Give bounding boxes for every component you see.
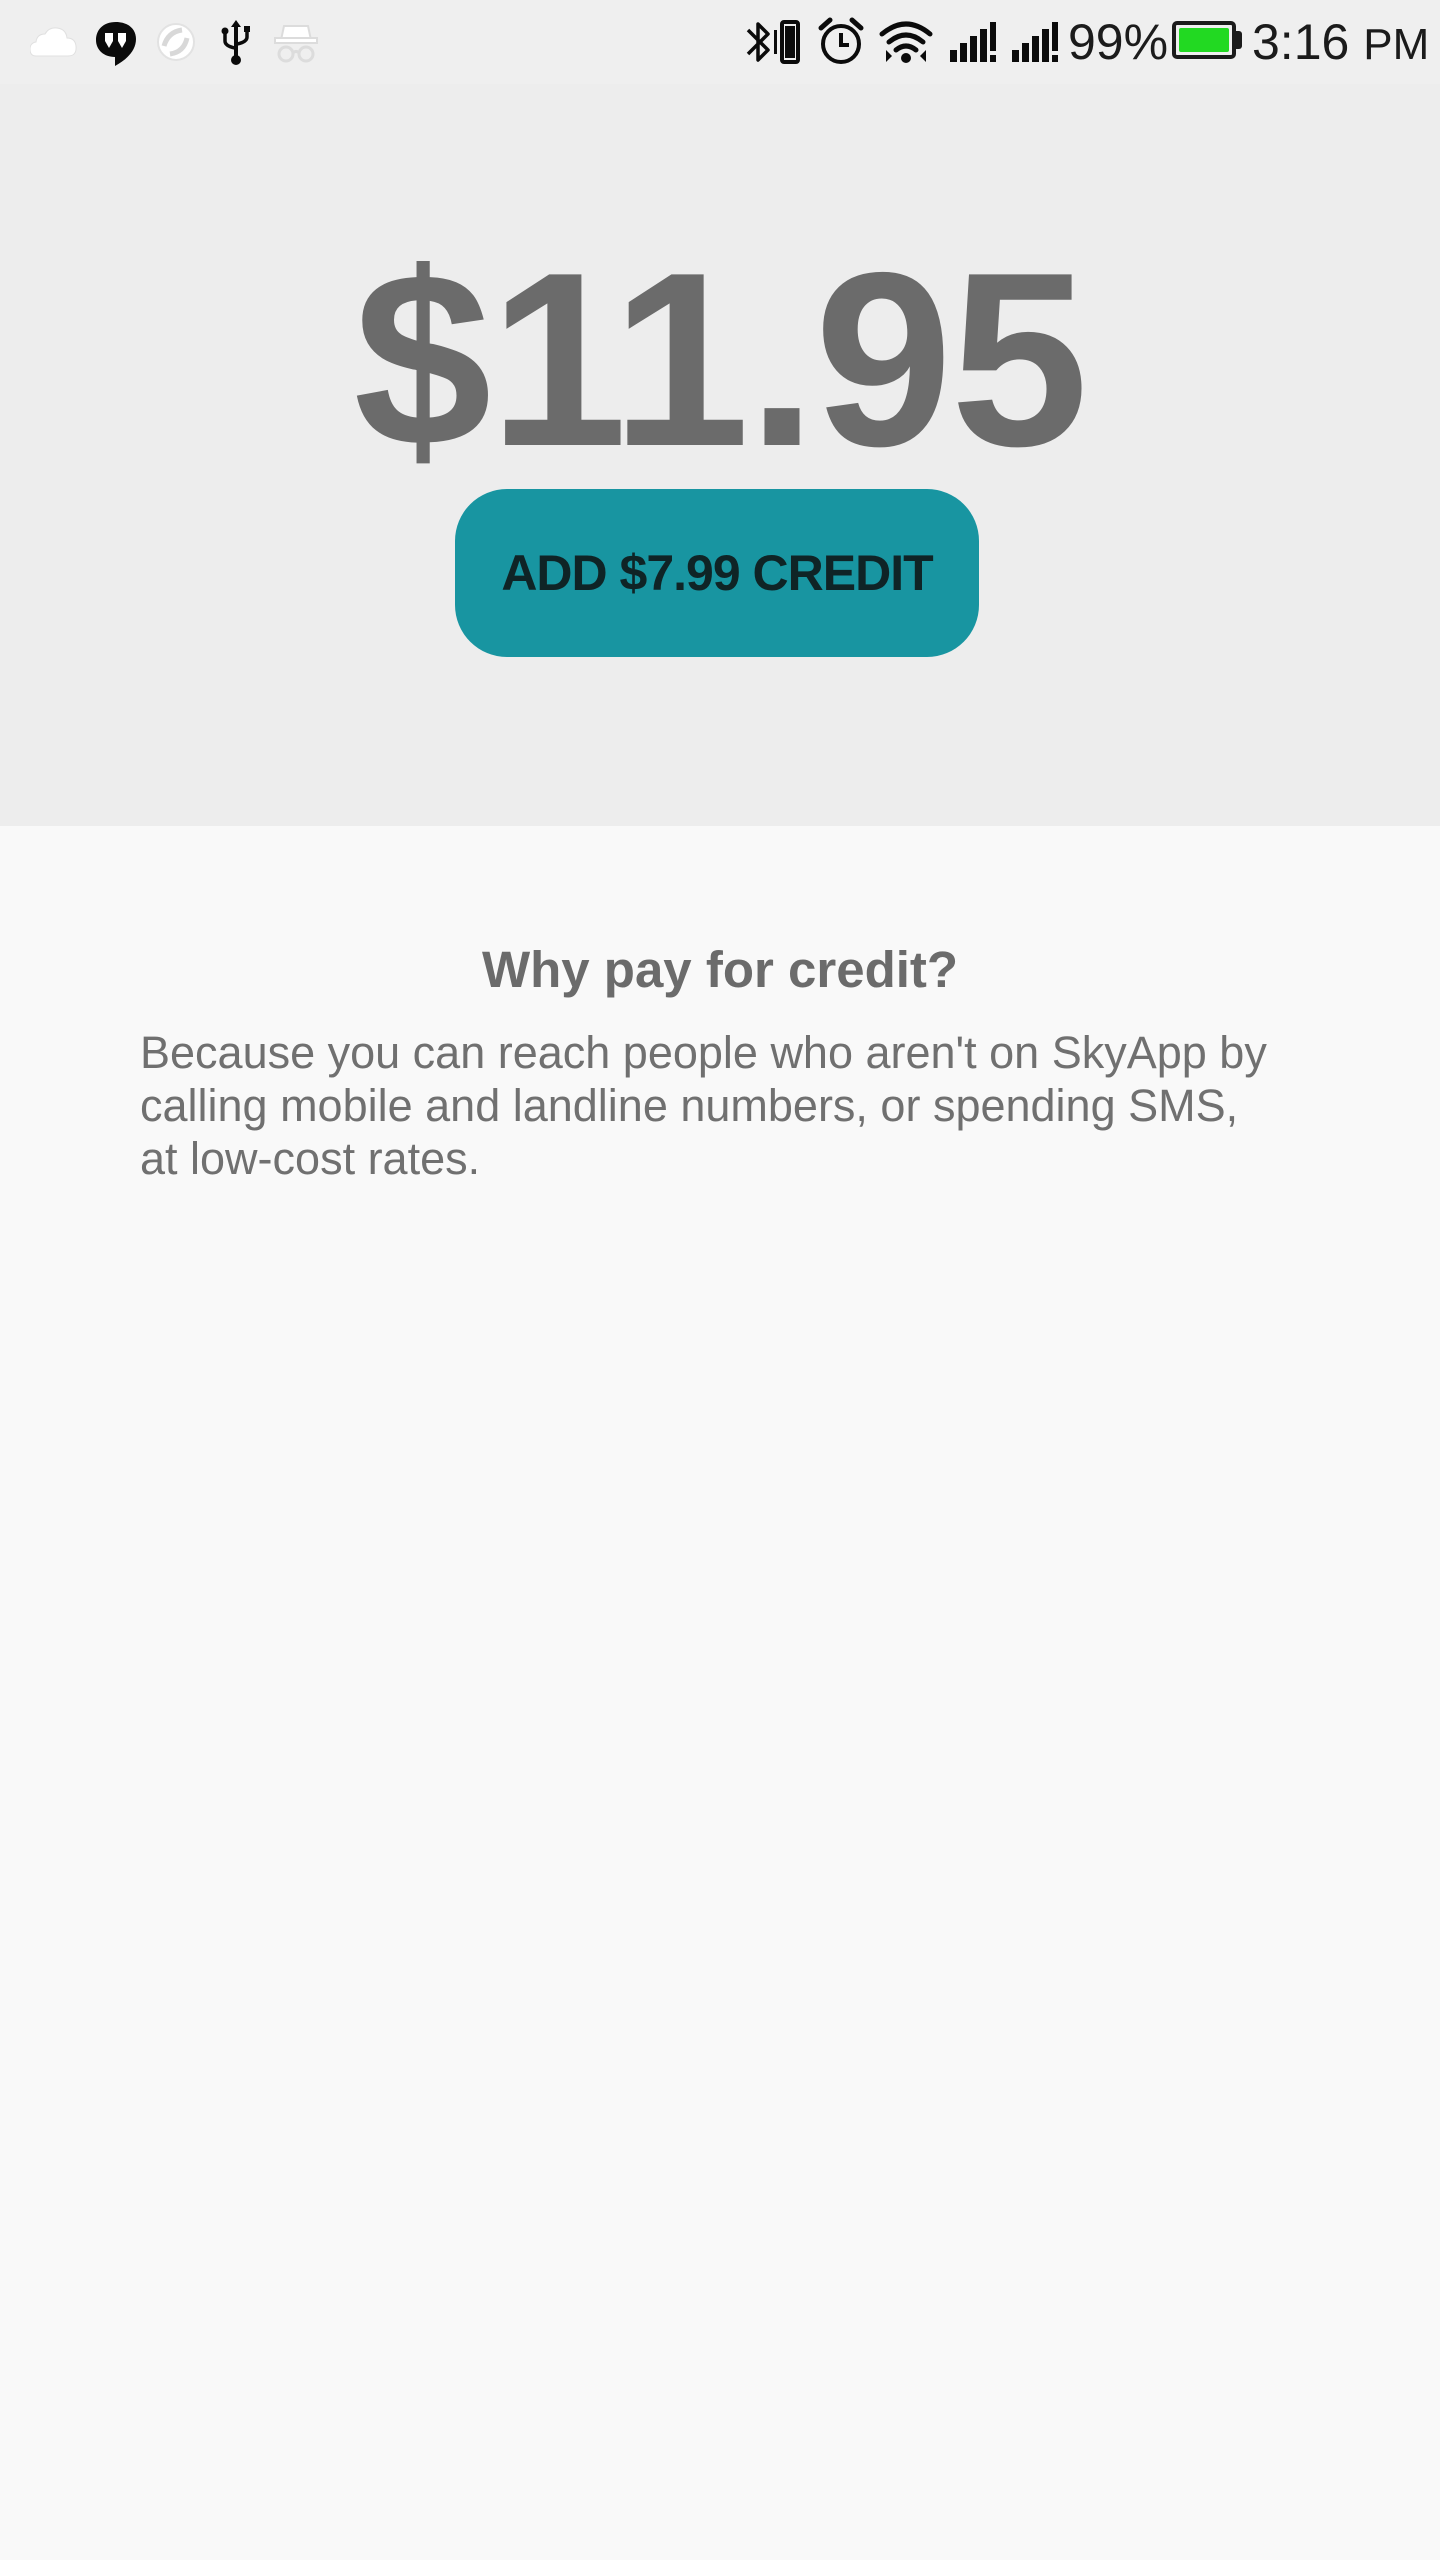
signal-icon <box>950 22 996 62</box>
hangouts-icon <box>96 22 136 66</box>
cloud-icon <box>30 27 77 57</box>
info-body-line: calling mobile and landline numbers, or … <box>140 1080 1239 1131</box>
balance-amount: $11.95 <box>353 220 1089 498</box>
info-body-line: Because you can reach people who aren't … <box>140 1027 1267 1078</box>
balance-panel: $11.95 ADD $7.99 CREDIT <box>0 84 1440 826</box>
battery-level <box>1179 28 1229 52</box>
clock-suffix: PM <box>1363 20 1430 69</box>
alarm-icon <box>818 17 864 64</box>
status-time: 3:16 PM <box>1252 10 1429 74</box>
info-body-line: at low-cost rates. <box>140 1133 481 1184</box>
clock-time: 3:16 <box>1252 14 1350 70</box>
usb-icon <box>221 20 250 65</box>
signal-icon <box>1012 22 1058 62</box>
wifi-icon <box>879 21 933 63</box>
info-body: Because you can reach people who aren't … <box>140 1026 1320 1185</box>
sync-icon <box>157 23 195 61</box>
add-credit-button[interactable]: ADD $7.99 CREDIT <box>455 489 979 657</box>
battery-percent: 99% <box>1068 14 1169 70</box>
battery-icon <box>1172 21 1236 59</box>
battery-tip <box>1236 31 1242 49</box>
incognito-icon <box>274 25 318 63</box>
info-title: Why pay for credit? <box>481 941 959 998</box>
status-bar: 99% 3:16 PM <box>0 0 1440 84</box>
bluetooth-vibrate-icon <box>746 20 800 64</box>
